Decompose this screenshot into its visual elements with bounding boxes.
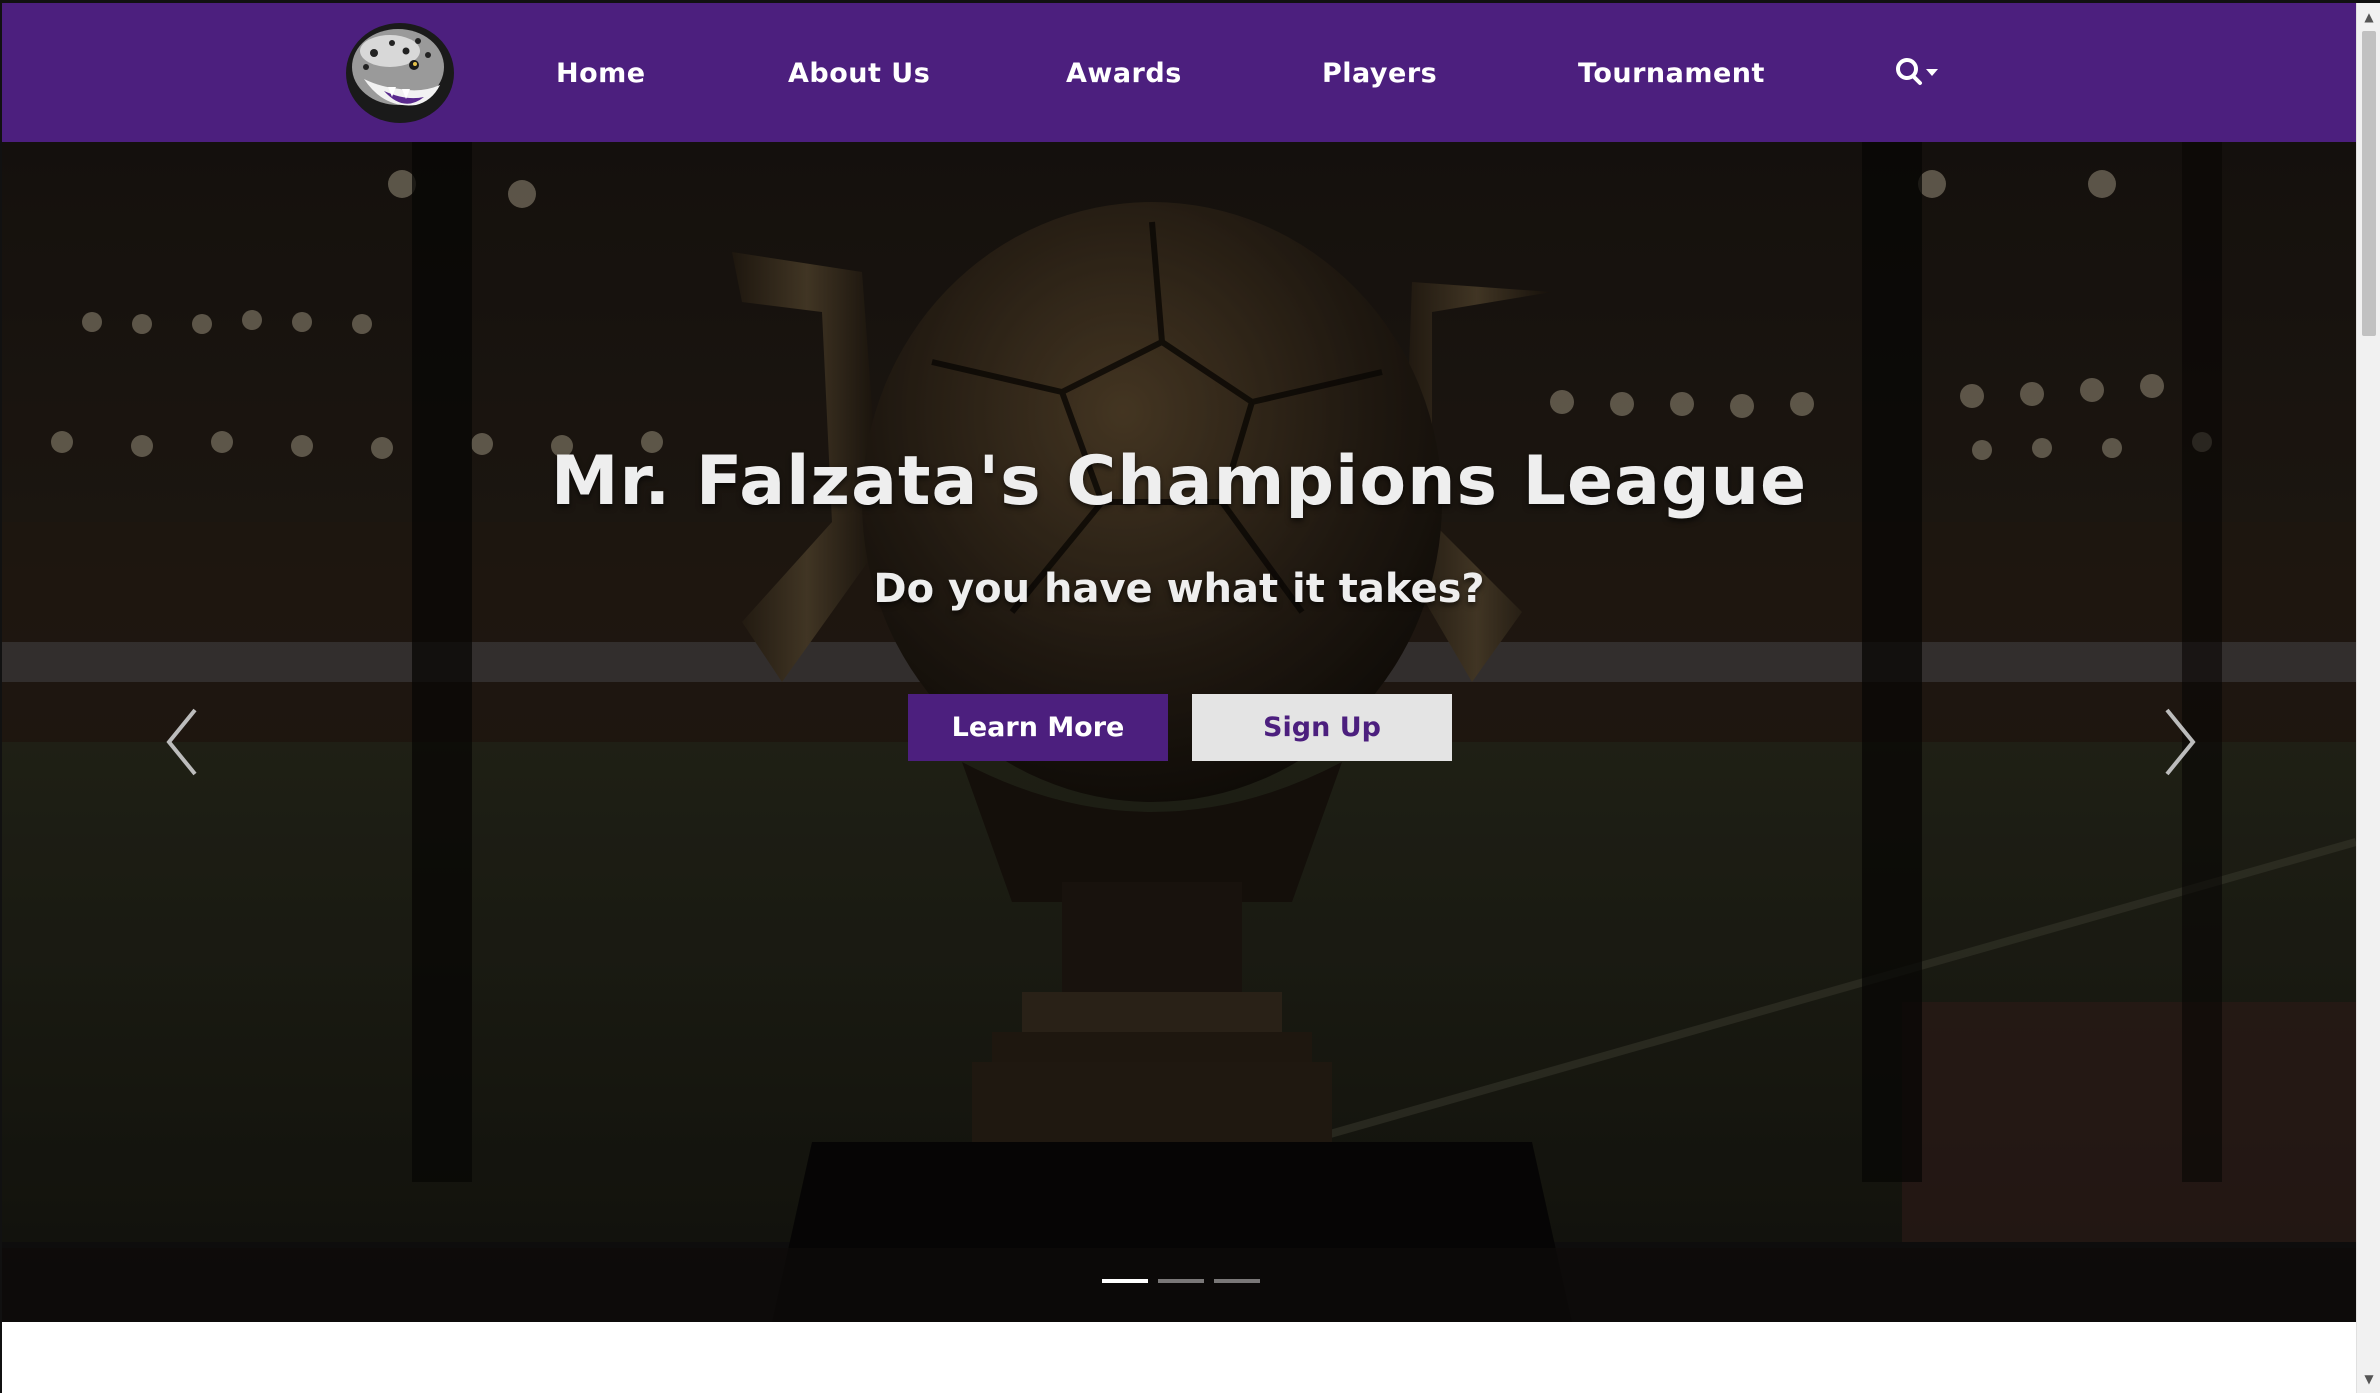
- scroll-up-arrow-icon[interactable]: ▲: [2357, 5, 2380, 29]
- browser-viewport: Home About Us Awards Players Tournament: [0, 0, 2380, 1393]
- sign-up-button[interactable]: Sign Up: [1192, 694, 1452, 761]
- page-scrollbar[interactable]: ▲ ▼: [2356, 3, 2380, 1393]
- hero-carousel: Mr. Falzata's Champions League Do you ha…: [2, 142, 2356, 1322]
- chevron-down-icon: [1926, 69, 1938, 76]
- top-navbar: Home About Us Awards Players Tournament: [2, 3, 2356, 142]
- hero-subtitle: Do you have what it takes?: [873, 566, 1485, 612]
- chevron-right-icon[interactable]: [2155, 702, 2205, 782]
- chevron-left-icon[interactable]: [157, 702, 207, 782]
- nav-about-us[interactable]: About Us: [788, 53, 930, 95]
- jaguar-logo[interactable]: [344, 21, 456, 125]
- slide-indicator-2[interactable]: [1158, 1279, 1204, 1283]
- scroll-down-arrow-icon[interactable]: ▼: [2357, 1367, 2380, 1391]
- learn-more-button[interactable]: Learn More: [908, 694, 1168, 761]
- carousel-indicators: [1102, 1279, 1262, 1289]
- trophy-background-image: [2, 142, 2356, 1322]
- hero-title: Mr. Falzata's Champions League: [550, 442, 1808, 521]
- nav-players[interactable]: Players: [1322, 53, 1437, 95]
- nav-tournament[interactable]: Tournament: [1578, 53, 1765, 95]
- slide-indicator-3[interactable]: [1214, 1279, 1260, 1283]
- slide-indicator-1[interactable]: [1102, 1279, 1148, 1283]
- scrollbar-thumb[interactable]: [2362, 31, 2376, 336]
- nav-awards[interactable]: Awards: [1066, 53, 1182, 95]
- nav-home[interactable]: Home: [556, 53, 646, 95]
- search-icon[interactable]: [1892, 55, 1944, 91]
